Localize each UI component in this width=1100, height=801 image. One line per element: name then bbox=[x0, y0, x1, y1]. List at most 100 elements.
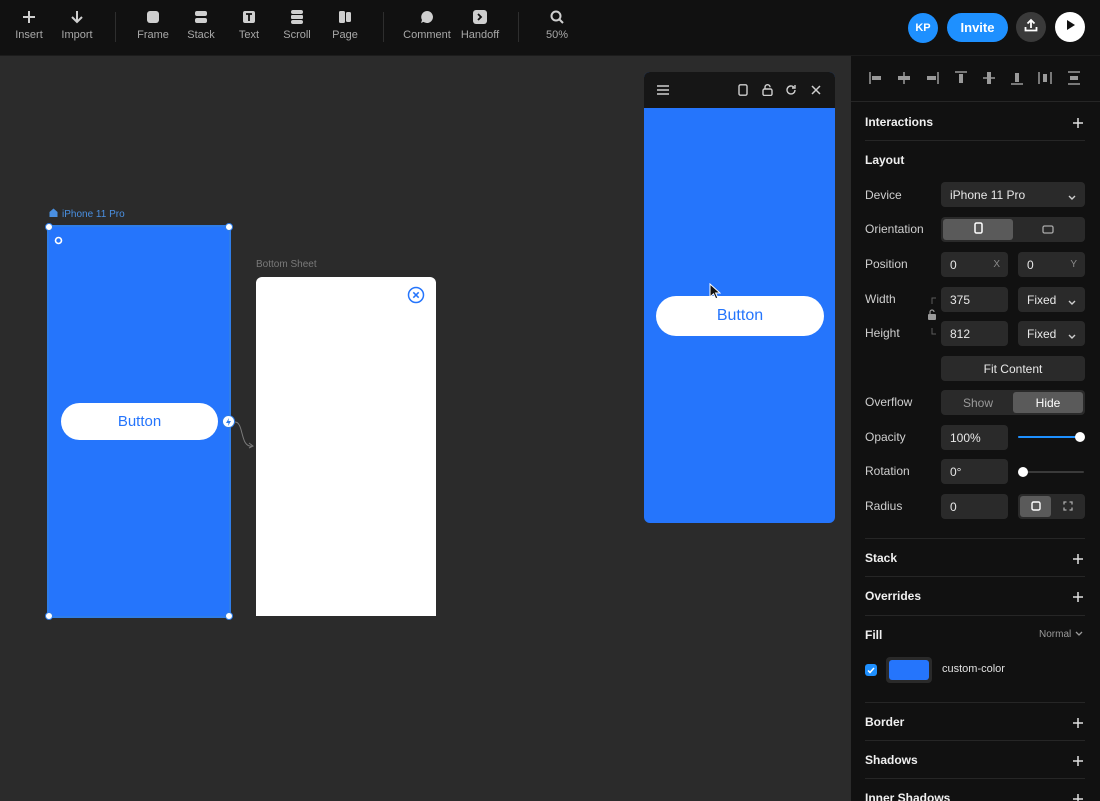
page-icon bbox=[335, 8, 355, 26]
refresh-icon[interactable] bbox=[783, 82, 799, 98]
fill-color-name[interactable]: custom-color bbox=[942, 663, 1005, 675]
resize-handle[interactable] bbox=[45, 223, 53, 231]
page-label: Page bbox=[332, 29, 358, 41]
align-bottom-icon[interactable] bbox=[1009, 70, 1025, 86]
landscape-icon bbox=[1042, 223, 1054, 237]
close-icon[interactable] bbox=[808, 82, 824, 98]
add-border-icon[interactable] bbox=[1072, 716, 1084, 728]
home-icon bbox=[49, 208, 58, 220]
radius-input[interactable]: 0 bbox=[941, 494, 1008, 519]
section-divider bbox=[865, 778, 1085, 779]
device-icon[interactable] bbox=[735, 82, 751, 98]
aspect-lock-icon[interactable] bbox=[927, 296, 937, 336]
height-mode-select[interactable]: Fixed bbox=[1018, 321, 1085, 346]
insert-label: Insert bbox=[15, 29, 43, 41]
close-icon[interactable] bbox=[407, 286, 425, 304]
radius-individual-icon bbox=[1062, 500, 1073, 514]
position-x-input[interactable]: 0 X bbox=[941, 252, 1008, 277]
shadows-title: Shadows bbox=[865, 753, 918, 767]
unlock-icon[interactable] bbox=[759, 82, 775, 98]
align-center-h-icon[interactable] bbox=[896, 70, 912, 86]
align-right-icon[interactable] bbox=[924, 70, 940, 86]
add-shadow-icon[interactable] bbox=[1072, 754, 1084, 766]
frame-title-bottom-sheet[interactable]: Bottom Sheet bbox=[256, 259, 317, 270]
portrait-icon bbox=[973, 222, 983, 237]
position-y-input[interactable]: 0 Y bbox=[1018, 252, 1085, 277]
fill-enabled-checkbox[interactable] bbox=[865, 664, 877, 676]
opacity-slider[interactable] bbox=[1018, 432, 1085, 442]
play-button[interactable] bbox=[1055, 12, 1085, 42]
border-title: Border bbox=[865, 715, 905, 729]
radius-value: 0 bbox=[950, 499, 957, 514]
section-divider bbox=[865, 576, 1085, 577]
device-select[interactable]: iPhone 11 Pro bbox=[941, 182, 1085, 207]
height-input[interactable]: 812 bbox=[941, 321, 1008, 346]
overflow-hide-option[interactable]: Hide bbox=[1013, 392, 1083, 413]
radius-individual-option[interactable] bbox=[1052, 496, 1083, 517]
fit-content-button[interactable]: Fit Content bbox=[941, 356, 1085, 381]
portrait-option[interactable] bbox=[943, 219, 1013, 240]
handoff-icon bbox=[470, 8, 490, 26]
rotation-input[interactable]: 0° bbox=[941, 459, 1008, 484]
invite-button[interactable]: Invite bbox=[947, 13, 1008, 42]
height-mode-value: Fixed bbox=[1027, 326, 1057, 341]
rotation-slider[interactable] bbox=[1018, 467, 1084, 477]
plus-icon bbox=[19, 8, 39, 26]
radius-all-option[interactable] bbox=[1020, 496, 1051, 517]
align-center-v-icon[interactable] bbox=[981, 70, 997, 86]
resize-handle[interactable] bbox=[225, 612, 233, 620]
frame-label: Frame bbox=[137, 29, 169, 41]
fill-blend-select[interactable]: Normal bbox=[1039, 629, 1083, 640]
arrow-down-icon bbox=[67, 8, 87, 26]
align-top-icon[interactable] bbox=[953, 70, 969, 86]
comment-tool[interactable]: Comment bbox=[399, 8, 455, 48]
width-input[interactable]: 375 bbox=[941, 287, 1008, 312]
avatar[interactable]: KP bbox=[908, 13, 938, 43]
rotation-slider-knob[interactable] bbox=[1018, 467, 1028, 477]
height-value: 812 bbox=[950, 326, 971, 341]
import-tool[interactable]: Import bbox=[49, 8, 105, 48]
resize-handle[interactable] bbox=[45, 612, 53, 620]
align-left-icon[interactable] bbox=[868, 70, 884, 86]
overflow-label: Overflow bbox=[865, 395, 913, 409]
overflow-show-option[interactable]: Show bbox=[943, 392, 1013, 413]
add-interaction-icon[interactable] bbox=[1072, 116, 1084, 128]
properties-panel: Interactions Layout Device iPhone 11 Pro… bbox=[851, 56, 1100, 801]
preview-button[interactable]: Button bbox=[656, 296, 824, 336]
top-toolbar: Insert Import Frame Stack Text Scroll Pa… bbox=[0, 0, 1100, 56]
design-canvas[interactable]: iPhone 11 Pro Button Bottom Sheet Button bbox=[0, 56, 851, 801]
frame-title-iphone[interactable]: iPhone 11 Pro bbox=[49, 208, 125, 220]
bottom-sheet-frame[interactable] bbox=[256, 277, 436, 616]
width-mode-select[interactable]: Fixed bbox=[1018, 287, 1085, 312]
menu-icon[interactable] bbox=[655, 82, 671, 98]
chevron-down-icon bbox=[1068, 190, 1076, 204]
text-label: Text bbox=[238, 29, 260, 41]
opacity-input[interactable]: 100% bbox=[941, 425, 1008, 450]
fill-color-swatch[interactable] bbox=[886, 657, 932, 683]
stack-label: Stack bbox=[187, 29, 215, 41]
opacity-label: Opacity bbox=[865, 430, 906, 444]
add-inner-shadow-icon[interactable] bbox=[1072, 792, 1084, 801]
interactions-title: Interactions bbox=[865, 115, 934, 129]
position-y-value: 0 bbox=[1027, 257, 1034, 272]
x-suffix: X bbox=[993, 259, 1000, 270]
landscape-option[interactable] bbox=[1013, 219, 1083, 240]
lightning-icon bbox=[225, 413, 232, 431]
add-override-icon[interactable] bbox=[1072, 590, 1084, 602]
width-label: Width bbox=[865, 292, 896, 306]
resize-handle[interactable] bbox=[225, 223, 233, 231]
share-button[interactable] bbox=[1016, 12, 1046, 42]
scroll-label: Scroll bbox=[283, 29, 311, 41]
rotation-value: 0° bbox=[950, 464, 962, 479]
opacity-slider-knob[interactable] bbox=[1075, 432, 1085, 442]
handoff-tool[interactable]: Handoff bbox=[452, 8, 508, 48]
zoom-tool[interactable]: 50% bbox=[529, 8, 585, 48]
add-stack-icon[interactable] bbox=[1072, 552, 1084, 564]
page-tool[interactable]: Page bbox=[317, 8, 373, 48]
alignment-toolbar bbox=[851, 56, 1100, 102]
overflow-toggle: Show Hide bbox=[941, 390, 1085, 415]
distribute-v-icon[interactable] bbox=[1066, 70, 1082, 86]
link-arrow bbox=[234, 421, 254, 449]
distribute-h-icon[interactable] bbox=[1037, 70, 1053, 86]
section-divider bbox=[865, 740, 1085, 741]
